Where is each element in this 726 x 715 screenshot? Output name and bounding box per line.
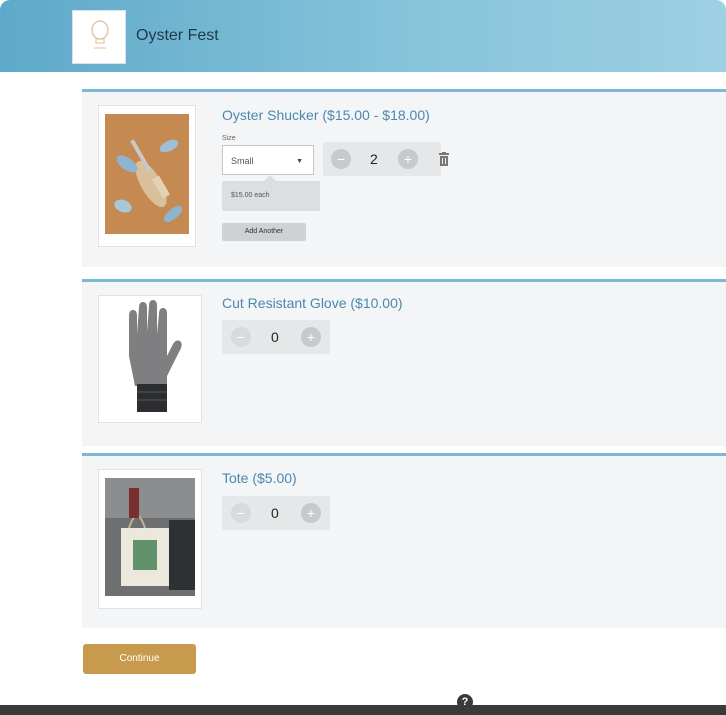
- lightbulb-logo-icon: [91, 20, 109, 49]
- product-title: Cut Resistant Glove ($10.00): [222, 295, 403, 311]
- product-title: Tote ($5.00): [222, 470, 297, 486]
- price-each: $15.00 each: [222, 175, 320, 211]
- product-image-oyster-shucker: [98, 105, 196, 247]
- quantity-value: 0: [271, 505, 279, 521]
- bottom-bar: [0, 705, 726, 715]
- size-label: Size: [222, 135, 236, 142]
- decrement-button[interactable]: −: [231, 503, 251, 523]
- product-card-oyster-shucker: Oyster Shucker ($15.00 - $18.00) Size Sm…: [82, 89, 726, 267]
- logo[interactable]: [72, 10, 126, 64]
- product-image-glove: [98, 295, 202, 423]
- quantity-value: 2: [370, 151, 378, 167]
- add-another-button[interactable]: Add Another: [222, 223, 306, 241]
- help-icon[interactable]: ?: [457, 694, 473, 710]
- quantity-stepper: − 2 +: [323, 142, 441, 176]
- product-title: Oyster Shucker ($15.00 - $18.00): [222, 107, 430, 123]
- app-header: Oyster Fest: [0, 0, 726, 72]
- quantity-stepper: − 0 +: [222, 320, 330, 354]
- dropdown-caret-icon: ▼: [296, 158, 303, 165]
- increment-button[interactable]: +: [398, 149, 418, 169]
- trash-icon[interactable]: [438, 152, 450, 166]
- increment-button[interactable]: +: [301, 503, 321, 523]
- decrement-button[interactable]: −: [231, 327, 251, 347]
- decrement-button[interactable]: −: [331, 149, 351, 169]
- continue-button[interactable]: Continue: [83, 644, 196, 674]
- product-card-tote: Tote ($5.00) − 0 +: [82, 453, 726, 628]
- size-select[interactable]: Small ▼: [222, 145, 314, 175]
- size-select-value: Small: [231, 156, 254, 166]
- quantity-value: 0: [271, 329, 279, 345]
- product-image-tote: [98, 469, 202, 609]
- quantity-stepper: − 0 +: [222, 496, 330, 530]
- store-title: Oyster Fest: [136, 27, 219, 44]
- product-card-glove: Cut Resistant Glove ($10.00) − 0 +: [82, 279, 726, 446]
- increment-button[interactable]: +: [301, 327, 321, 347]
